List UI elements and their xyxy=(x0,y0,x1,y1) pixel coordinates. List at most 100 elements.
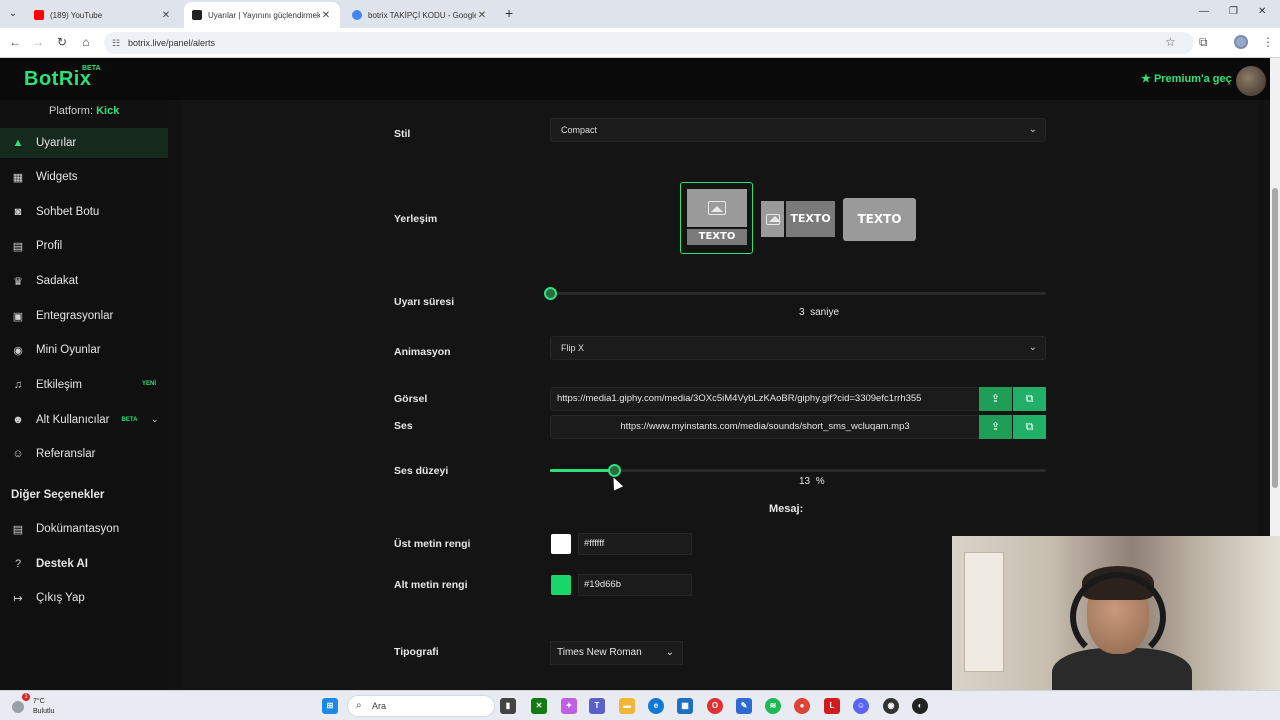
beta-badge: BETA xyxy=(121,417,138,423)
new-tab-icon[interactable]: + xyxy=(505,5,513,21)
edge-icon[interactable]: e xyxy=(648,698,664,714)
sidebar-item-mini-oyunlar[interactable]: ◉ Mini Oyunlar xyxy=(0,335,168,365)
duration-slider-handle[interactable] xyxy=(544,287,557,300)
bottom-text-color-swatch[interactable] xyxy=(551,575,571,595)
chevron-down-icon: ⌄ xyxy=(1028,124,1037,135)
chevron-down-icon[interactable]: ⌄ xyxy=(151,414,159,425)
volume-readout: 13 % xyxy=(799,476,825,487)
platform-indicator: Platform: Kick xyxy=(49,105,119,117)
scrollbar-thumb[interactable] xyxy=(1272,188,1278,488)
forward-icon[interactable]: → xyxy=(30,34,46,50)
sidebar-item-sadakat[interactable]: ♛ Sadakat xyxy=(0,266,168,296)
file-explorer-icon[interactable]: ▬ xyxy=(619,698,635,714)
extensions-icon[interactable]: ⧉ xyxy=(1199,35,1208,50)
sidebar-item-uyarilar[interactable]: ▲ Uyarılar xyxy=(0,128,168,158)
image-gallery-button[interactable]: ⧉ xyxy=(1013,387,1046,411)
discord-icon[interactable]: ☺ xyxy=(853,698,869,714)
task-view-icon[interactable]: ▮ xyxy=(500,698,516,714)
sidebar-item-dokumantasyon[interactable]: ▤ Dokümantasyon xyxy=(0,514,168,544)
sidebar-item-referanslar[interactable]: ☺ Referanslar xyxy=(0,439,168,469)
store-icon[interactable]: ▦ xyxy=(677,698,693,714)
sound-upload-button[interactable]: ⇪ xyxy=(979,415,1012,439)
browser-menu-icon[interactable]: ⋮ xyxy=(1262,35,1274,49)
browser-profile-avatar[interactable] xyxy=(1234,35,1248,49)
top-text-color-swatch[interactable] xyxy=(551,534,571,554)
site-info-icon[interactable]: ☷ xyxy=(112,32,120,54)
windows-start-icon[interactable]: ⊞ xyxy=(322,698,338,714)
close-tab-icon[interactable]: ✕ xyxy=(320,10,332,21)
music-icon: ♫ xyxy=(13,379,23,391)
users-icon: ☻ xyxy=(12,414,24,426)
top-text-color-input[interactable]: #ffffff xyxy=(578,533,692,555)
sidebar-item-destek-ai[interactable]: ? Destek AI xyxy=(0,549,168,579)
xbox-icon[interactable]: ✕ xyxy=(531,698,547,714)
layout-option-image-top[interactable]: TEXTO xyxy=(680,182,753,254)
sound-url-input[interactable]: https://www.myinstants.com/media/sounds/… xyxy=(550,415,980,439)
style-value: Compact xyxy=(561,125,598,135)
animation-value: Flip X xyxy=(561,343,585,353)
tab-title: (189) YouTube xyxy=(50,10,103,20)
tab-alerts[interactable]: Uyarılar | Yayınını güçlendirmek ✕ xyxy=(184,2,340,28)
user-avatar[interactable] xyxy=(1236,66,1266,96)
premium-label: Premium'a geç xyxy=(1153,73,1232,85)
volume-slider[interactable] xyxy=(550,464,1046,477)
sidebar-item-etkilesim[interactable]: ♫ Etkileşim YENİ xyxy=(0,370,168,400)
layout-option-image-left[interactable]: TEXTO xyxy=(761,201,835,237)
sidebar-item-widgets[interactable]: ▦ Widgets xyxy=(0,162,168,192)
teams-icon[interactable]: T xyxy=(589,698,605,714)
sidebar-item-cikis-yap[interactable]: ↦ Çıkış Yap xyxy=(0,583,168,613)
user-plus-icon: ☺ xyxy=(12,448,24,460)
image-url-input[interactable]: https://media1.giphy.com/media/3OXc5iM4V… xyxy=(550,387,980,411)
app-obs-icon[interactable]: ◐ xyxy=(912,698,928,714)
robot-icon: ◙ xyxy=(14,206,22,218)
headset-icon xyxy=(1070,572,1166,662)
sound-library-button[interactable]: ⧉ xyxy=(1013,415,1046,439)
animation-select[interactable]: Flip X ⌄ xyxy=(550,336,1046,360)
tab-title: botrix TAKİPÇİ KODU - Google xyxy=(368,10,476,20)
sidebar-item-sohbet-botu[interactable]: ◙ Sohbet Botu xyxy=(0,197,168,227)
taskbar-search[interactable]: ⌕ Ara xyxy=(347,695,495,717)
image-upload-button[interactable]: ⇪ xyxy=(979,387,1012,411)
home-icon[interactable]: ⌂ xyxy=(78,34,94,50)
sidebar-item-label: Widgets xyxy=(36,171,78,183)
copilot-icon[interactable]: ✦ xyxy=(561,698,577,714)
typography-label: Tipografi xyxy=(394,646,439,658)
opera-icon[interactable]: O xyxy=(707,698,723,714)
other-options-heading: Diğer Seçenekler xyxy=(11,489,105,501)
search-placeholder: Ara xyxy=(372,701,387,711)
sidebar-item-profil[interactable]: ▤ Profil xyxy=(0,231,168,261)
premium-button[interactable]: ★ Premium'a geç xyxy=(1141,72,1232,85)
chrome-icon[interactable]: ● xyxy=(794,698,810,714)
restore-icon[interactable]: ❐ xyxy=(1229,6,1238,17)
style-select[interactable]: Compact ⌄ xyxy=(550,118,1046,142)
reload-icon[interactable]: ↻ xyxy=(54,34,70,50)
layout-option-text-only[interactable]: TEXTO xyxy=(843,198,916,241)
app-pin-icon[interactable]: ◉ xyxy=(883,698,899,714)
app-l-icon[interactable]: L xyxy=(824,698,840,714)
temperature: 7°C xyxy=(33,698,45,705)
app-header: BotRix BETA ★ Premium'a geç xyxy=(0,58,1270,100)
tab-search-chevron-icon[interactable]: ⌄ xyxy=(4,5,22,23)
tab-youtube[interactable]: (189) YouTube ✕ xyxy=(26,2,180,28)
window-close-icon[interactable]: ✕ xyxy=(1258,6,1266,17)
duration-readout: 3 saniye xyxy=(799,307,839,318)
sidebar-item-alt-kullanicilar[interactable]: ☻ Alt Kullanıcılar BETA ⌄ xyxy=(0,405,168,435)
layout-text: TEXTO xyxy=(786,201,835,237)
close-tab-icon[interactable]: ✕ xyxy=(160,10,172,21)
close-tab-icon[interactable]: ✕ xyxy=(476,10,488,21)
search-icon: ⌕ xyxy=(356,700,362,711)
sidebar-item-label: Sohbet Botu xyxy=(36,206,100,218)
app-icon[interactable]: ✎ xyxy=(736,698,752,714)
typography-select[interactable]: Times New Roman ⌄ xyxy=(550,641,683,665)
sidebar-item-entegrasyonlar[interactable]: ▣ Entegrasyonlar xyxy=(0,301,168,331)
bottom-text-color-input[interactable]: #19d66b xyxy=(578,574,692,596)
widgets-icon: ▦ xyxy=(12,171,24,184)
integrations-icon: ▣ xyxy=(12,310,24,323)
spotify-icon[interactable]: ≋ xyxy=(765,698,781,714)
tab-google[interactable]: botrix TAKİPÇİ KODU - Google ✕ xyxy=(344,2,496,28)
duration-slider[interactable] xyxy=(544,287,1046,300)
bookmark-star-icon[interactable]: ☆ xyxy=(1165,35,1176,49)
address-bar[interactable]: ☷ botrix.live/panel/alerts xyxy=(104,32,1194,54)
minimize-icon[interactable]: — xyxy=(1199,6,1209,17)
back-icon[interactable]: ← xyxy=(7,34,23,50)
